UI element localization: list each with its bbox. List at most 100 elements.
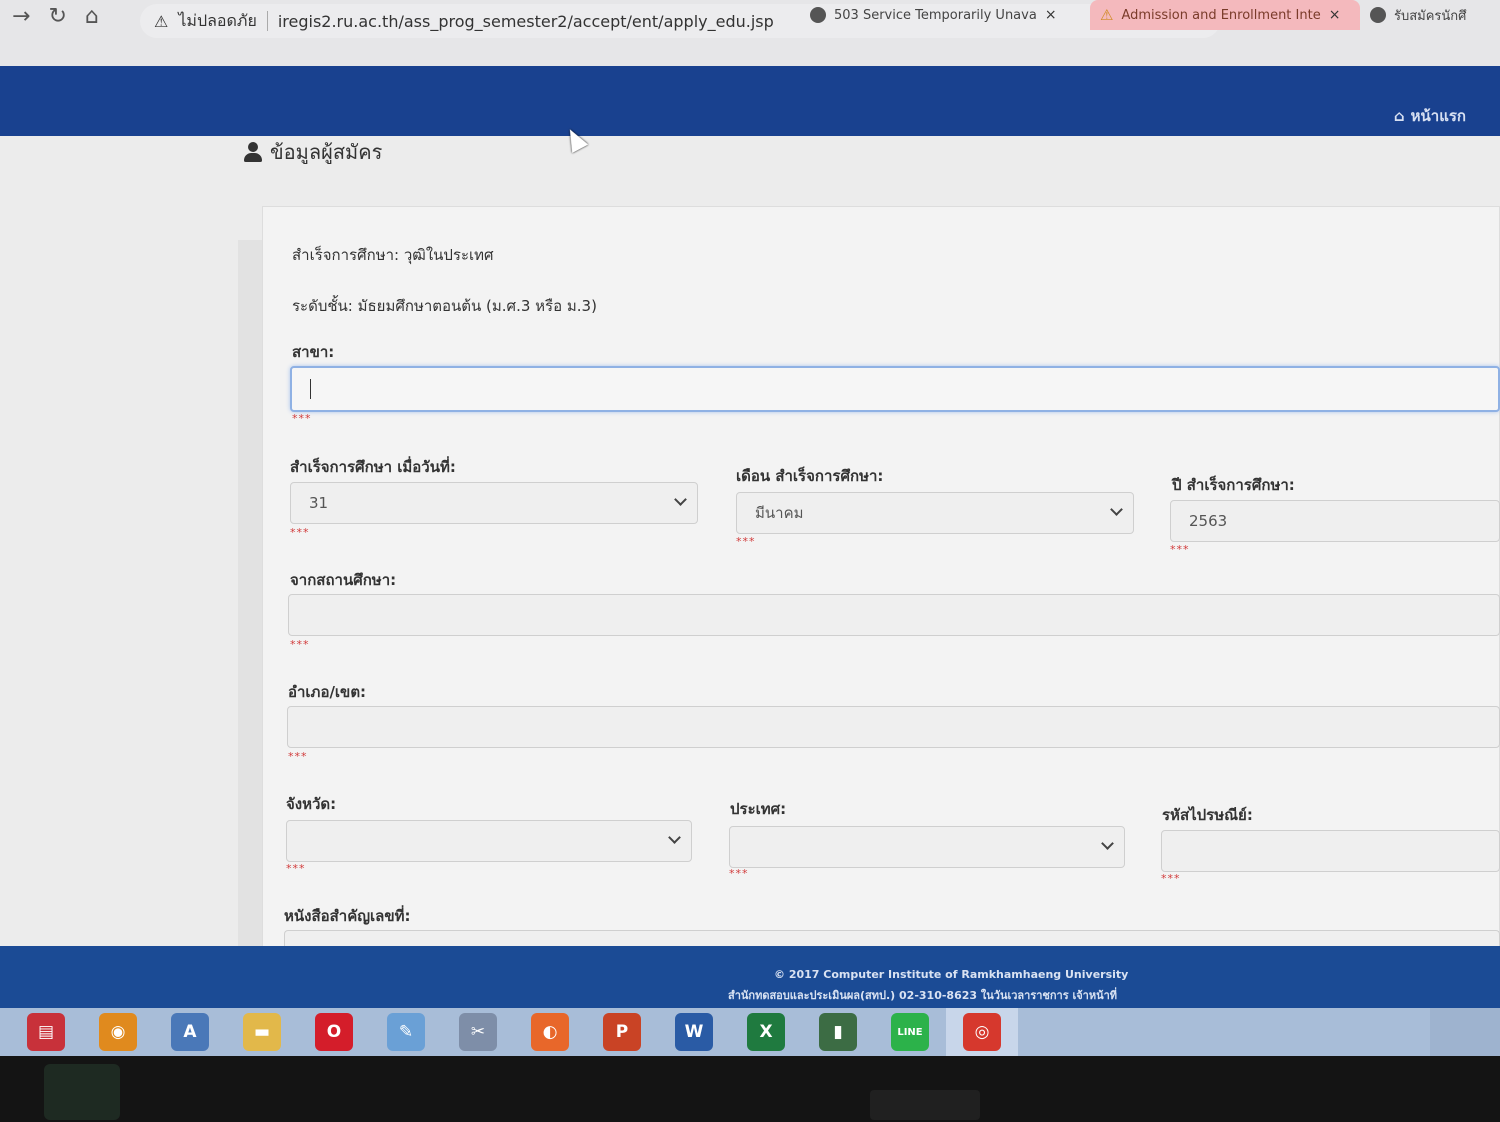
dell-logo [870,1090,980,1120]
user-icon [244,142,262,162]
home-icon: ⌂ [1393,107,1405,125]
site-footer: © 2017 Computer Institute of Ramkhamhaen… [0,946,1500,1008]
taskbar-item-reader[interactable]: ▮ [802,1008,874,1056]
tab-admission[interactable]: ⚠ Admission and Enrollment Inte × [1090,0,1360,30]
postcode-label: รหัสไปรษณีย์: [1162,806,1253,824]
grad-month-select[interactable]: มีนาคม [736,492,1134,534]
district-input[interactable] [287,706,1500,748]
taskbar-item-file-explorer[interactable]: ▬ [226,1008,298,1056]
district-label: อำเภอ/เขต: [288,683,367,701]
file-explorer-icon: ▬ [243,1013,281,1051]
intel-sticker [44,1064,120,1120]
url-text[interactable]: iregis2.ru.ac.th/ass_prog_semester2/acce… [278,12,774,31]
warning-icon[interactable]: ⚠ [154,12,168,31]
school-label: จากสถานศึกษา: [290,571,397,589]
globe-icon [810,7,826,23]
home-label: หน้าแรก [1410,107,1466,125]
doc-no-label: หนังสือสำคัญเลขที่: [284,907,411,925]
text-caret [310,379,311,399]
grad-year-value: 2563 [1189,512,1228,530]
news-app-icon: ▤ [27,1013,65,1051]
required-mark: *** [290,526,310,539]
grad-year-input[interactable]: 2563 [1170,500,1500,542]
education-level: ระดับชั้น: มัธยมศึกษาตอนต้น (ม.ศ.3 หรือ … [292,297,597,315]
grad-day-select[interactable]: 31 [290,482,698,524]
taskbar-item-powerpoint[interactable]: P [586,1008,658,1056]
close-icon[interactable]: × [1045,7,1057,23]
branch-input[interactable] [290,366,1500,412]
postcode-input[interactable] [1161,830,1500,872]
taskbar-item-avast[interactable]: ◉ [82,1008,154,1056]
tab-title: รับสมัครนักศึ [1394,8,1467,24]
powerpoint-icon: P [603,1013,641,1051]
site-favicon-icon [1370,7,1386,23]
taskbar-item-word[interactable]: W [658,1008,730,1056]
tab-title: Admission and Enrollment Inte [1121,7,1321,23]
reader-icon: ▮ [819,1013,857,1051]
taskbar-item-excel[interactable]: X [730,1008,802,1056]
province-select[interactable] [286,820,692,862]
country-select[interactable] [729,826,1125,868]
taskbar-item-opera[interactable]: O [298,1008,370,1056]
chrome-icon: ◎ [963,1013,1001,1051]
page-title-text: ข้อมูลผู้สมัคร [270,140,383,164]
chevron-down-icon [1101,837,1114,850]
taskbar-item-chrome[interactable]: ◎ [946,1008,1018,1056]
opera-icon: O [315,1013,353,1051]
taskbar-item-firefox[interactable]: ◐ [514,1008,586,1056]
grad-day-value: 31 [309,494,329,512]
tab-strip: 503 Service Temporarily Unava × ⚠ Admiss… [800,0,1490,30]
excel-icon: X [747,1013,785,1051]
chevron-down-icon [674,493,687,506]
grad-day-label: สำเร็จการศึกษา เมื่อวันที่: [290,458,456,476]
editor-icon: A [171,1013,209,1051]
grad-month-label: เดือน สำเร็จการศึกษา: [736,467,884,485]
security-label[interactable]: ไม่ปลอดภัย [178,9,256,34]
home-button-icon[interactable]: ⌂ [85,4,99,29]
province-label: จังหวัด: [286,795,337,813]
paint-icon: ✎ [387,1013,425,1051]
doc-no-input[interactable] [284,930,1500,946]
chevron-down-icon [668,831,681,844]
warning-favicon-icon: ⚠ [1100,6,1114,24]
nav-buttons: → ↻ ⌂ [12,4,99,29]
firefox-icon: ◐ [531,1013,569,1051]
taskbar-item-snipping[interactable]: ✂ [442,1008,514,1056]
required-mark: *** [736,535,756,548]
graduated-type: สำเร็จการศึกษา: วุฒิในประเทศ [292,246,494,264]
taskbar-tray [1430,1008,1500,1056]
required-mark: *** [1161,872,1181,885]
taskbar-item-paint[interactable]: ✎ [370,1008,442,1056]
browser-chrome: → ↻ ⌂ ⚠ ไม่ปลอดภัย iregis2.ru.ac.th/ass_… [0,0,1500,66]
required-mark: *** [1170,543,1190,556]
page-title: ข้อมูลผู้สมัคร [244,136,382,168]
required-mark: *** [288,750,308,763]
grad-year-label: ปี สำเร็จการศึกษา: [1172,476,1295,494]
country-label: ประเทศ: [730,800,787,818]
home-link[interactable]: ⌂ หน้าแรก [1394,104,1466,128]
forward-icon[interactable]: → [12,4,30,29]
footer-copyright: © 2017 Computer Institute of Ramkhamhaen… [774,968,1129,981]
tab-title: 503 Service Temporarily Unava [834,7,1037,23]
word-icon: W [675,1013,713,1051]
line-icon: LINE [891,1013,929,1051]
monitor-bezel [0,1056,1500,1122]
close-icon[interactable]: × [1329,7,1341,23]
divider [266,11,268,31]
branch-label: สาขา: [292,343,335,361]
tab-apply[interactable]: รับสมัครนักศึ [1360,0,1490,30]
footer-contact: สำนักทดสอบและประเมินผล(สทป.) 02-310-8623… [728,989,1118,1002]
required-mark: *** [292,412,312,425]
required-mark: *** [286,862,306,875]
grad-month-value: มีนาคม [755,504,804,522]
reload-icon[interactable]: ↻ [48,4,66,29]
taskbar-item-editor[interactable]: A [154,1008,226,1056]
tab-503[interactable]: 503 Service Temporarily Unava × [800,0,1090,30]
chevron-down-icon [1110,503,1123,516]
required-mark: *** [729,867,749,880]
school-input[interactable] [288,594,1500,636]
avast-icon: ◉ [99,1013,137,1051]
required-mark: *** [290,638,310,651]
taskbar-item-line[interactable]: LINE [874,1008,946,1056]
taskbar-item-news-app[interactable]: ▤ [10,1008,82,1056]
